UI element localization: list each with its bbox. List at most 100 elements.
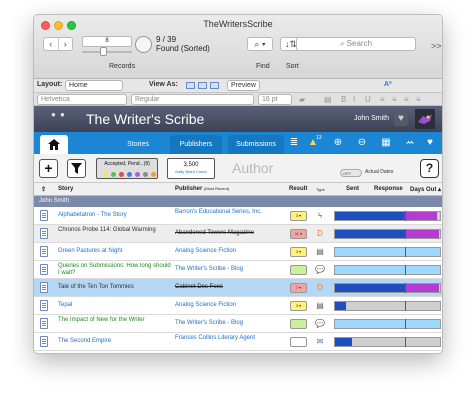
story-title[interactable]: Queries on Submissions: How long should …	[58, 263, 173, 277]
publisher-name[interactable]: Frances Collins Literary Agent	[175, 335, 285, 342]
align-right-icon[interactable]: ≡	[404, 95, 409, 104]
story-title[interactable]: The Second Empire	[58, 338, 173, 345]
col-story[interactable]: Story	[58, 186, 73, 192]
table-row[interactable]: When to trunk, or retire, an artistic wo…	[34, 351, 442, 354]
response-deadline-marker	[405, 247, 407, 257]
record-slider-knob[interactable]	[100, 47, 107, 56]
col-sent[interactable]: Sent	[346, 186, 359, 192]
favorite-heart-icon[interactable]: ♥	[394, 112, 408, 126]
record-slider-track[interactable]	[82, 51, 132, 53]
table-row[interactable]: Tale of the Ten Ton Tommies Cabinet Des F…	[34, 279, 442, 297]
list-icon[interactable]: ≣	[286, 135, 302, 151]
status-filter[interactable]: Accepted, Pend...(8)	[96, 158, 158, 179]
publisher-name[interactable]: Analog Science Fiction	[175, 248, 285, 255]
fill-icon[interactable]: ▤	[324, 95, 332, 104]
table-row[interactable]: Queries on Submissions: How long should …	[34, 261, 442, 279]
toolbar-overflow-button[interactable]: >>	[431, 41, 442, 51]
font-select[interactable]: Helvetica	[37, 94, 127, 105]
table-row[interactable]: Chronos Probe 114: Global Warming Abandon…	[34, 225, 442, 243]
export-icon[interactable]: ⇪	[41, 186, 46, 193]
publisher-name[interactable]: The Writer's Scribe - Blog	[175, 266, 285, 273]
document-icon[interactable]	[40, 300, 48, 311]
style-select[interactable]: Regular	[131, 94, 254, 105]
document-icon[interactable]	[40, 282, 48, 293]
word-count-label: Daily Word Count	[175, 169, 207, 174]
document-icon[interactable]	[40, 246, 48, 257]
form-view-icon[interactable]	[186, 82, 195, 89]
table-row[interactable]: Alphabetatron - The Story Barron's Educat…	[34, 207, 442, 225]
add-icon[interactable]: ⊕	[330, 135, 346, 151]
format-toggle-icon[interactable]: Aª	[384, 81, 392, 88]
result-dropdown[interactable]	[290, 319, 307, 329]
document-icon[interactable]	[40, 318, 48, 329]
record-number-field[interactable]: 8	[82, 36, 132, 47]
story-title[interactable]: Chronos Probe 114: Global Warming	[58, 227, 173, 234]
size-select[interactable]: 16 pt	[258, 94, 292, 105]
result-dropdown[interactable]: 11 ▾	[290, 229, 307, 239]
author-label: Author	[232, 160, 274, 176]
plus-icon: +	[44, 160, 53, 176]
col-type[interactable]: Type	[316, 187, 325, 192]
publisher-name[interactable]: The Writer's Scribe - Blog	[175, 320, 285, 327]
result-dropdown[interactable]	[290, 337, 307, 347]
grid-icon[interactable]: ▦	[378, 135, 394, 151]
preview-button[interactable]: Preview	[227, 80, 260, 91]
alert-icon[interactable]: ▲ 13	[305, 135, 322, 151]
search-input[interactable]: ⌕ Search	[296, 37, 416, 51]
tab-publishers[interactable]: Publishers	[170, 135, 222, 154]
document-icon[interactable]	[40, 210, 48, 221]
result-dropdown[interactable]: 3 ▾	[290, 301, 307, 311]
document-icon[interactable]	[40, 264, 48, 275]
heart-icon[interactable]: ♥	[422, 135, 438, 151]
story-title[interactable]: Alphabetatron - The Story	[58, 212, 173, 219]
find-button[interactable]: ⌕ ▾	[247, 37, 273, 51]
filter-button[interactable]	[67, 159, 86, 178]
publisher-name[interactable]: Cabinet Des Fees	[175, 284, 285, 291]
story-title[interactable]: Tale of the Ten Ton Tommies	[58, 284, 173, 291]
prev-record-icon[interactable]: ‹	[44, 38, 59, 50]
align-center-icon[interactable]: ≡	[392, 95, 397, 104]
table-row[interactable]: Green Pastures at Night Analog Science Fi…	[34, 243, 442, 261]
table-view-icon[interactable]	[210, 82, 219, 89]
col-result[interactable]: Result	[289, 186, 307, 192]
next-record-icon[interactable]: ›	[59, 38, 73, 50]
tab-submissions[interactable]: Submissions	[228, 135, 284, 154]
story-title[interactable]: The Impact of New for the Writer	[58, 317, 173, 324]
table-row[interactable]: Tepal Analog Science Fiction 3 ▾ ▤	[34, 297, 442, 315]
publisher-name[interactable]: Abandoned Towers Magazine	[175, 230, 285, 237]
found-pie-icon[interactable]	[135, 36, 152, 53]
list-view-icon[interactable]	[198, 82, 207, 89]
tab-stories[interactable]: Stories	[112, 135, 164, 154]
underline-icon[interactable]: U	[365, 95, 371, 104]
document-icon[interactable]	[40, 228, 48, 239]
story-title[interactable]: Tepal	[58, 302, 173, 309]
remove-icon[interactable]: ⊖	[354, 135, 370, 151]
result-dropdown[interactable]	[290, 265, 307, 275]
publisher-name[interactable]: Analog Science Fiction	[175, 302, 285, 309]
help-button[interactable]: ?	[420, 159, 439, 178]
publisher-name[interactable]: Barron's Educational Series, Inc.	[175, 209, 285, 216]
people-icon[interactable]: ꕀ	[402, 135, 418, 151]
word-count-box[interactable]: 3,500 Daily Word Count	[167, 158, 215, 179]
layout-select[interactable]: Home	[65, 80, 123, 91]
story-title[interactable]: Green Pastures at Night	[58, 248, 173, 255]
italic-icon[interactable]: I	[353, 95, 355, 104]
bold-icon[interactable]: B	[341, 95, 346, 104]
gear-icon[interactable]: ⚙	[442, 135, 443, 151]
table-row[interactable]: The Impact of New for the Writer The Writ…	[34, 315, 442, 333]
result-dropdown[interactable]: 3 ▾	[290, 211, 307, 221]
add-record-button[interactable]: +	[39, 159, 58, 178]
tab-home[interactable]	[40, 135, 68, 154]
col-response[interactable]: Response	[374, 186, 403, 192]
justify-icon[interactable]: ≡	[416, 95, 421, 104]
result-dropdown[interactable]: 3 ▾	[290, 247, 307, 257]
align-left-icon[interactable]: ≡	[380, 95, 385, 104]
actual-dates-toggle[interactable]: OFF	[340, 169, 362, 177]
color-swatch-icon[interactable]: ▰	[299, 95, 305, 104]
document-icon[interactable]	[40, 336, 48, 347]
table-row[interactable]: The Second Empire Frances Collins Literar…	[34, 333, 442, 351]
col-days-out[interactable]: Days Out ▴	[410, 186, 441, 193]
col-publisher[interactable]: Publisher (Most Recent)	[175, 186, 229, 192]
story-title[interactable]: When to trunk, or retire, an artistic wo…	[58, 353, 173, 354]
result-dropdown[interactable]: 7 ▾	[290, 283, 307, 293]
